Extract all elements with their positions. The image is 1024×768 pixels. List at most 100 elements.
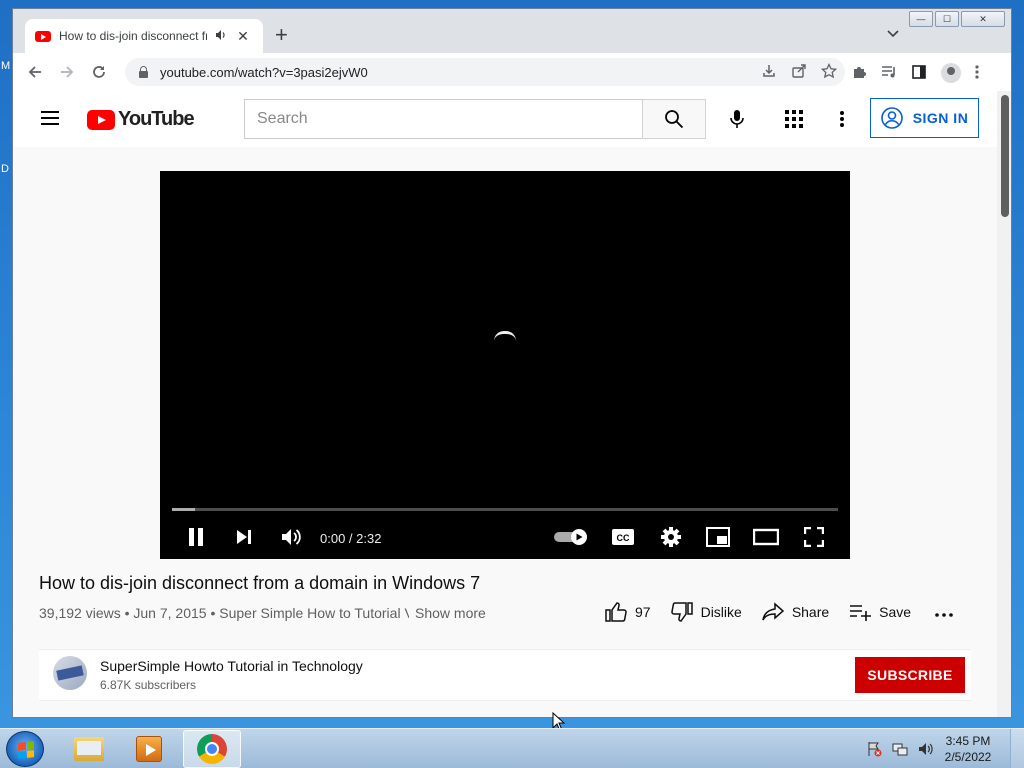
youtube-favicon-icon [35, 30, 51, 42]
apps-grid-button[interactable] [782, 107, 806, 131]
browser-toolbar: youtube.com/watch?v=3pasi2ejvW0 [13, 53, 1011, 91]
voice-search-button[interactable] [721, 103, 753, 135]
theater-mode-button[interactable] [752, 523, 780, 551]
system-clock[interactable]: 3:45 PM 2/5/2022 [938, 733, 998, 765]
progress-bar[interactable] [172, 508, 838, 511]
share-arrow-icon [762, 601, 784, 620]
browser-window: How to dis-join disconnect from a domain… [12, 8, 1012, 718]
video-player[interactable]: 0:00 / 2:32 CC [160, 171, 850, 559]
show-desktop-button[interactable] [1010, 729, 1024, 768]
share-label: Share [791, 603, 830, 620]
dislike-label: Dislike [700, 603, 742, 620]
desktop-icon-label: M [1, 60, 11, 72]
volume-icon [282, 529, 301, 545]
side-panel-icon[interactable] [911, 64, 927, 83]
channel-avatar[interactable] [53, 656, 87, 690]
youtube-play-icon [87, 109, 115, 130]
loading-spinner-icon [494, 331, 516, 341]
sign-in-label: SIGN IN [912, 110, 969, 126]
guide-menu-icon[interactable] [41, 111, 59, 125]
url-text[interactable]: youtube.com/watch?v=3pasi2ejvW0 [160, 65, 368, 80]
windows-explorer-icon [74, 737, 104, 761]
fullscreen-button[interactable] [800, 523, 828, 551]
speaker-icon[interactable] [215, 29, 227, 44]
action-center-flag-icon[interactable] [866, 741, 882, 760]
svg-text:CC: CC [617, 533, 630, 543]
show-more-button[interactable]: Show more [415, 605, 486, 621]
closed-captions-icon: CC [612, 529, 634, 545]
page-scrollbar[interactable] [997, 91, 1011, 717]
dislike-button[interactable]: Dislike [670, 601, 742, 622]
page-viewport: YouTube Search SIGN IN 0:00 / 2:32 CC Ho… [13, 91, 997, 717]
video-meta: 39,192 views • Jun 7, 2015 • Super Simpl… [39, 605, 409, 621]
scrollbar-thumb[interactable] [1001, 95, 1009, 217]
forward-button[interactable] [51, 56, 83, 88]
search-button[interactable] [642, 99, 706, 139]
save-button[interactable]: Save [849, 603, 911, 621]
search-input[interactable]: Search [244, 99, 643, 139]
window-controls: — ☐ ✕ [909, 11, 1005, 27]
windows-logo-icon [18, 741, 34, 759]
share-page-icon[interactable] [791, 63, 807, 82]
volume-tray-icon[interactable] [918, 741, 934, 760]
share-button[interactable]: Share [762, 601, 830, 622]
tab-search-chevron-icon[interactable] [887, 27, 899, 41]
settings-more-button[interactable] [832, 107, 852, 131]
omnibox-actions [761, 62, 838, 82]
chrome-menu-icon[interactable] [975, 64, 979, 83]
lock-icon[interactable] [139, 65, 148, 78]
next-button[interactable] [232, 523, 256, 551]
gear-icon [661, 527, 681, 547]
close-window-button[interactable]: ✕ [961, 11, 1005, 27]
video-actions: 97 Dislike Share Save [605, 601, 953, 622]
channel-row: SuperSimple Howto Tutorial in Technology… [39, 649, 971, 701]
browser-tab[interactable]: How to dis-join disconnect from a domain… [25, 19, 263, 53]
more-actions-icon[interactable] [935, 601, 953, 622]
more-vertical-icon [840, 111, 844, 127]
taskbar-app-media-player[interactable] [120, 730, 178, 768]
video-title: How to dis-join disconnect from a domain… [39, 573, 481, 593]
miniplayer-button[interactable] [704, 523, 732, 551]
sign-in-button[interactable]: SIGN IN [870, 98, 979, 138]
subscribe-button[interactable]: SUBSCRIBE [855, 657, 965, 693]
taskbar-app-explorer[interactable] [60, 730, 118, 768]
fullscreen-icon [804, 527, 824, 547]
media-player-icon [136, 736, 162, 762]
extensions-puzzle-icon[interactable] [851, 64, 867, 83]
desktop-icon-label: D [1, 163, 9, 175]
network-icon[interactable] [892, 741, 908, 760]
youtube-header: YouTube Search SIGN IN [13, 91, 997, 147]
youtube-logo[interactable]: YouTube [87, 108, 195, 131]
maximize-button[interactable]: ☐ [935, 11, 959, 27]
back-button[interactable] [19, 56, 51, 88]
thumbs-down-icon [670, 601, 693, 622]
save-label: Save [879, 603, 912, 620]
address-bar[interactable]: youtube.com/watch?v=3pasi2ejvW0 [125, 58, 845, 86]
microphone-icon [730, 110, 744, 128]
apps-grid-icon [785, 110, 803, 128]
media-control-icon[interactable] [881, 64, 897, 83]
channel-name[interactable]: SuperSimple Howto Tutorial in Technology [100, 658, 363, 674]
new-tab-button[interactable]: + [275, 24, 288, 46]
pause-icon [189, 528, 203, 546]
bookmark-star-icon[interactable] [820, 62, 838, 82]
minimize-button[interactable]: — [909, 11, 933, 27]
tab-close-icon[interactable]: ✕ [235, 28, 251, 45]
playlist-add-icon [850, 604, 872, 621]
profile-avatar-icon[interactable] [941, 63, 961, 83]
clock-time: 3:45 PM [945, 734, 991, 748]
pause-button[interactable] [184, 523, 208, 551]
start-button[interactable] [6, 731, 44, 767]
tab-title: How to dis-join disconnect from a domain… [59, 29, 207, 43]
volume-button[interactable] [278, 523, 304, 551]
install-icon[interactable] [761, 63, 777, 82]
autoplay-toggle[interactable] [552, 523, 590, 551]
search-icon [665, 110, 684, 129]
subtitles-button[interactable]: CC [610, 523, 636, 551]
settings-button[interactable] [658, 523, 684, 551]
taskbar-app-chrome[interactable] [183, 730, 241, 768]
reload-button[interactable] [83, 56, 115, 88]
account-icon [880, 107, 903, 129]
time-display: 0:00 / 2:32 [320, 531, 382, 546]
like-button[interactable]: 97 [605, 601, 651, 622]
